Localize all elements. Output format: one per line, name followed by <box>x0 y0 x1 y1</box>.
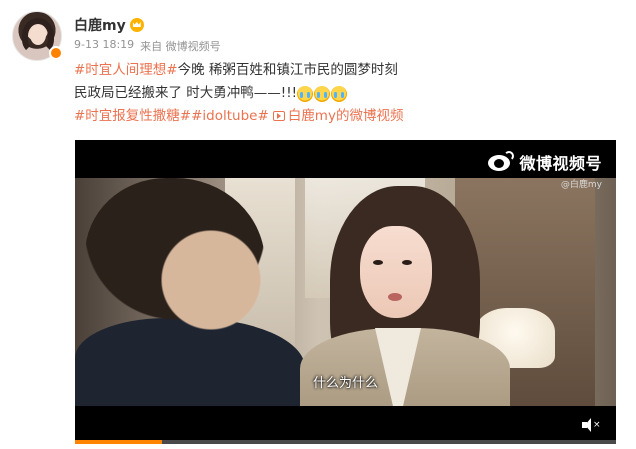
post-text-segment: 今晚 稀粥百姓和镇江市民的圆梦时刻 <box>177 62 398 78</box>
topic-link[interactable]: #时宜人间理想# <box>74 59 178 82</box>
post-line-1: #时宜人间理想# 今晚 稀粥百姓和镇江市民的圆梦时刻 <box>74 59 614 82</box>
watermark-text: 微博视频号 <box>519 154 602 173</box>
post-source[interactable]: 来自 微博视频号 <box>140 38 221 54</box>
video-progress-bar[interactable] <box>75 440 616 444</box>
weibo-logo-icon <box>488 151 515 173</box>
watermark-handle: @白鹿my <box>560 180 602 190</box>
post-line-3: #时宜报复性撒糖# #idoltube# 白鹿my的微博视频 <box>74 105 614 128</box>
username[interactable]: 白鹿my <box>74 15 126 35</box>
post-text-segment: 民政局已经搬来了 时大勇冲鸭——!!! <box>74 85 298 101</box>
scene-woman-eye <box>402 260 412 265</box>
post-meta: 9-13 18:19 来自 微博视频号 <box>74 38 221 54</box>
video-subtitle: 什么为什么 <box>312 376 378 391</box>
mute-icon[interactable]: × <box>582 418 601 432</box>
video-player[interactable]: 什么为什么 微博视频号 @白鹿my × <box>75 140 616 444</box>
topic-link[interactable]: #idoltube# <box>191 105 269 128</box>
video-source-link[interactable]: 白鹿my的微博视频 <box>272 105 404 128</box>
vip-crown-icon[interactable] <box>129 18 144 32</box>
crying-emoji-icon <box>331 85 348 102</box>
crying-emoji-icon <box>297 85 314 102</box>
scene-woman-mouth <box>388 293 402 301</box>
video-progress-fill <box>75 440 162 444</box>
video-link-icon <box>272 111 285 121</box>
scene-man-head <box>85 178 265 348</box>
post-text: #时宜人间理想# 今晚 稀粥百姓和镇江市民的圆梦时刻 民政局已经搬来了 时大勇冲… <box>74 59 614 128</box>
weibo-post: 白鹿my 9-13 18:19 来自 微博视频号 #时宜人间理想# 今晚 稀粥百… <box>0 0 636 449</box>
verified-badge-icon <box>49 46 63 60</box>
post-line-2: 民政局已经搬来了 时大勇冲鸭——!!! <box>74 82 614 105</box>
scene-woman-eye <box>373 260 383 265</box>
crying-emoji-icon <box>314 85 331 102</box>
scene-woman-face <box>360 226 432 318</box>
avatar-face <box>30 25 46 45</box>
name-row: 白鹿my <box>74 15 144 35</box>
post-time[interactable]: 9-13 18:19 <box>74 38 134 54</box>
topic-link[interactable]: #时宜报复性撒糖# <box>74 105 191 128</box>
video-link-label: 白鹿my的微博视频 <box>287 108 404 124</box>
watermark: 微博视频号 <box>488 150 602 174</box>
